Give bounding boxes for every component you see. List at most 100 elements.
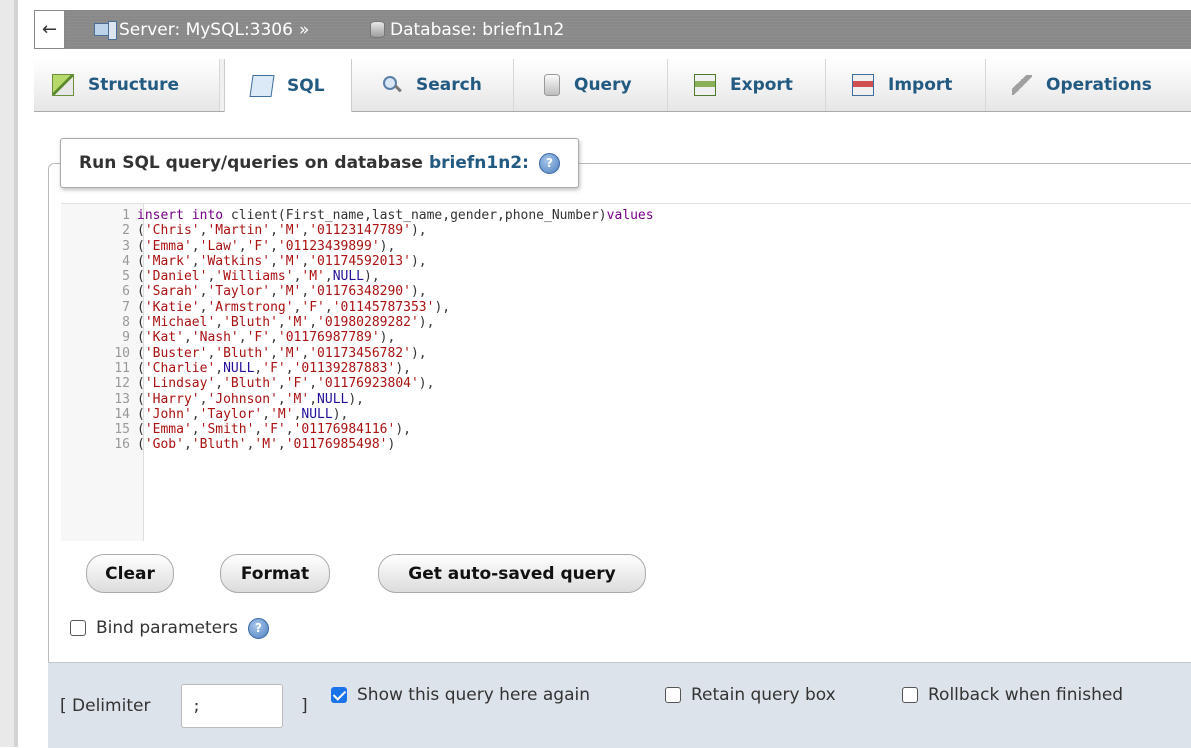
code-text[interactable]: ('Lindsay','Bluth','F','01176923804'), [137,376,434,391]
bind-parameters-row: Bind parameters ? [70,614,269,642]
code-text[interactable]: ('Gob','Bluth','M','01176985498') [137,437,395,452]
retain-query-box-label[interactable]: Retain query box [691,685,836,705]
line-number: 4 [122,253,130,269]
line-number: 5 [122,269,130,285]
code-line[interactable]: 7 ('Katie','Armstrong','F','01145787353')… [61,300,1191,315]
rollback-option[interactable]: Rollback when finished [902,683,1123,707]
tab-search[interactable]: Search [352,59,514,111]
tab-export[interactable]: Export [668,59,826,111]
tab-bar: Structure SQL Search Query Export Import… [34,59,1191,112]
gutter-divider [14,0,18,747]
code-line[interactable]: 11 ('Charlie',NULL,'F','01139287883'), [61,361,1191,376]
line-number: 6 [122,284,130,300]
code-text[interactable]: ('Emma','Smith','F','01176984116'), [137,422,411,437]
line-number: 1 [122,208,130,223]
code-line[interactable]: 10 ('Buster','Bluth','M','01173456782'), [61,346,1191,361]
code-text[interactable]: ('Chris','Martin','M','01123147789'), [137,223,427,238]
rollback-checkbox[interactable] [902,687,918,703]
breadcrumb-database-label[interactable]: Database: briefn1n2 [390,20,564,40]
breadcrumb-server-label[interactable]: Server: MySQL:3306 [119,20,293,40]
show-query-again-option[interactable]: Show this query here again [331,683,590,707]
code-line[interactable]: 16 ('Gob','Bluth','M','01176985498') [61,437,1191,452]
code-line[interactable]: 9 ('Kat','Nash','F','01176987789'), [61,330,1191,345]
code-text[interactable]: ('Katie','Armstrong','F','01145787353'), [137,300,450,315]
bind-parameters-help-icon[interactable]: ? [247,617,269,639]
code-text[interactable]: ('Harry','Johnson','M',NULL), [137,392,364,407]
breadcrumb: ← Server: MySQL:3306 » Database: briefn1… [34,10,1191,49]
line-number: 13 [114,391,130,407]
legend-database-link[interactable]: briefn1n2: [429,153,529,173]
breadcrumb-database[interactable]: Database: briefn1n2 [370,10,564,49]
code-line[interactable]: 12 ('Lindsay','Bluth','F','01176923804'), [61,376,1191,391]
code-line[interactable]: 13 ('Harry','Johnson','M',NULL), [61,392,1191,407]
breadcrumb-server[interactable]: Server: MySQL:3306 » [94,10,315,49]
options-panel: [ Delimiter ; ] Show this query here aga… [48,662,1191,748]
legend-text: Run SQL query/queries on database [79,153,423,173]
code-text[interactable]: ('Emma','Law','F','01123439899'), [137,239,395,254]
server-icon [94,20,117,40]
tab-import[interactable]: Import [826,59,986,111]
clear-button[interactable]: Clear [86,554,174,593]
show-query-again-label[interactable]: Show this query here again [357,685,590,705]
code-text[interactable]: ('Kat','Nash','F','01176987789'), [137,330,395,345]
retain-query-box-option[interactable]: Retain query box [665,683,836,707]
code-line[interactable]: 15 ('Emma','Smith','F','01176984116'), [61,422,1191,437]
format-button[interactable]: Format [220,554,330,593]
line-number: 2 [122,223,130,239]
query-icon [544,74,560,96]
show-query-again-checkbox[interactable] [331,687,347,703]
help-icon[interactable]: ? [538,152,560,174]
line-number: 16 [114,437,130,453]
line-number: 14 [114,406,130,422]
code-text[interactable]: ('Mark','Watkins','M','01174592013'), [137,254,427,269]
code-line[interactable]: 14 ('John','Taylor','M',NULL), [61,407,1191,422]
tab-sql-label: SQL [287,75,325,96]
import-icon [852,74,874,96]
operations-icon [1012,75,1032,95]
code-line[interactable]: 2 ('Chris','Martin','M','01123147789'), [61,223,1191,238]
bind-parameters-checkbox[interactable] [70,620,86,636]
code-line[interactable]: 5 ('Daniel','Williams','M',NULL), [61,269,1191,284]
tab-query[interactable]: Query [514,59,668,111]
structure-icon [52,74,74,96]
delimiter-close-bracket: ] [301,696,308,716]
back-arrow-icon[interactable]: ← [34,10,65,49]
retain-query-box-checkbox[interactable] [665,687,681,703]
code-text[interactable]: ('John','Taylor','M',NULL), [137,407,348,422]
left-gutter [0,0,18,747]
get-autosaved-query-button[interactable]: Get auto-saved query [378,554,646,593]
delimiter-label: [ Delimiter [60,696,151,716]
line-number: 7 [122,299,130,315]
tab-import-label: Import [888,75,953,95]
code-lines[interactable]: 1 insert into client(First_name,last_name… [61,208,1191,453]
search-icon [382,75,402,95]
code-text[interactable]: ('Charlie',NULL,'F','01139287883'), [137,361,411,376]
breadcrumb-separator: » [298,19,310,40]
code-text[interactable]: ('Daniel','Williams','M',NULL), [137,269,380,284]
tab-sql[interactable]: SQL [224,59,352,112]
export-icon [694,74,716,96]
tab-structure-label: Structure [88,75,180,95]
sql-editor[interactable]: 1 insert into client(First_name,last_name… [61,203,1191,541]
tab-operations[interactable]: Operations [986,59,1191,111]
tab-operations-label: Operations [1046,75,1152,95]
line-number: 12 [114,376,130,392]
tab-structure[interactable]: Structure [34,59,220,111]
code-text[interactable]: insert into client(First_name,last_name,… [137,208,654,223]
tab-search-label: Search [416,75,482,95]
code-text[interactable]: ('Buster','Bluth','M','01173456782'), [137,346,427,361]
line-number: 15 [114,422,130,438]
sql-icon [249,74,275,97]
delimiter-input[interactable]: ; [181,684,283,728]
code-text[interactable]: ('Sarah','Taylor','M','01176348290'), [137,284,427,299]
bind-parameters-label[interactable]: Bind parameters [96,618,238,638]
line-number: 8 [122,315,130,331]
code-line[interactable]: 4 ('Mark','Watkins','M','01174592013'), [61,254,1191,269]
code-text[interactable]: ('Michael','Bluth','M','01980289282'), [137,315,434,330]
line-number: 9 [122,330,130,346]
code-line[interactable]: 1 insert into client(First_name,last_name… [61,208,1191,223]
code-line[interactable]: 6 ('Sarah','Taylor','M','01176348290'), [61,284,1191,299]
code-line[interactable]: 3 ('Emma','Law','F','01123439899'), [61,239,1191,254]
rollback-label[interactable]: Rollback when finished [928,685,1123,705]
code-line[interactable]: 8 ('Michael','Bluth','M','01980289282'), [61,315,1191,330]
